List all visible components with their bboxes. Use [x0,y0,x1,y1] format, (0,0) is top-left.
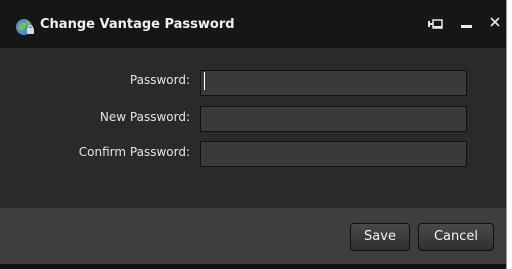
minimize-icon[interactable] [458,13,476,33]
change-password-dialog: Change Vantage Password Password: New Pa… [0,0,507,269]
confirm-password-field[interactable] [200,141,467,167]
dialog-title: Change Vantage Password [40,17,235,32]
new-password-field[interactable] [200,106,467,132]
vantage-app-icon [15,17,35,37]
cancel-button[interactable]: Cancel [418,223,494,251]
password-field[interactable] [200,70,467,96]
confirm-password-label: Confirm Password: [78,145,190,159]
close-icon[interactable] [487,13,505,33]
new-password-label: New Password: [99,110,190,124]
password-label: Password: [129,73,190,87]
title-bar[interactable]: Change Vantage Password [0,0,506,48]
save-button[interactable]: Save [350,223,410,251]
window-bottom-edge [0,264,506,269]
text-caret [204,72,205,90]
pin-icon[interactable] [426,13,444,33]
